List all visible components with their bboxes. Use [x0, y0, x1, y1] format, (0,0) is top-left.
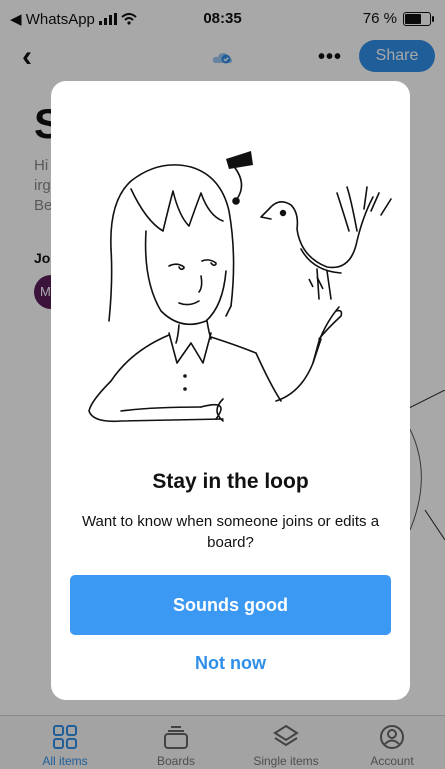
sounds-good-button[interactable]: Sounds good: [70, 575, 391, 635]
not-now-button[interactable]: Not now: [51, 653, 410, 674]
dialog-title: Stay in the loop: [152, 470, 309, 493]
notification-prompt-dialog: Stay in the loop Want to know when someo…: [51, 81, 410, 700]
dialog-subtitle: Want to know when someone joins or edits…: [81, 513, 380, 551]
girl-with-bird-illustration: [88, 151, 392, 423]
